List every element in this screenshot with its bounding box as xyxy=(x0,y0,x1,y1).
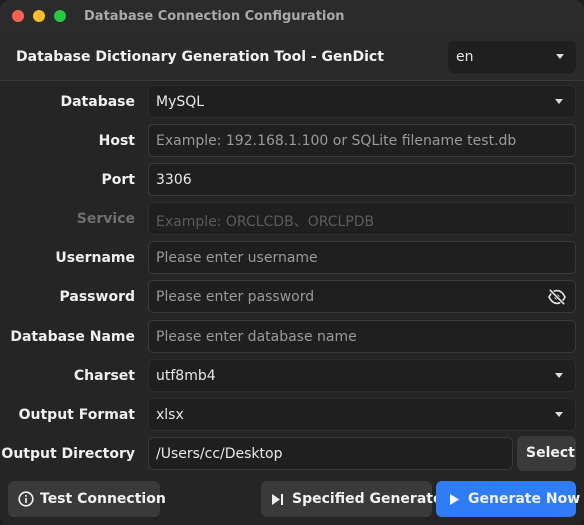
charset-select[interactable]: utf8mb4 xyxy=(148,359,576,392)
service-placeholder: Example: ORCLCDB、ORCLPDB xyxy=(156,214,375,230)
minimize-window-button[interactable] xyxy=(33,10,45,22)
host-label: Host xyxy=(98,133,135,149)
chevron-down-icon xyxy=(555,373,563,378)
service-input: Example: ORCLCDB、ORCLPDB xyxy=(148,202,576,235)
database-value: MySQL xyxy=(156,94,205,110)
app-title: Database Dictionary Generation Tool - Ge… xyxy=(16,49,384,65)
close-window-button[interactable] xyxy=(12,10,24,22)
host-placeholder: Example: 192.168.1.100 or SQLite filenam… xyxy=(156,133,517,149)
config-window: Database Connection Configuration Databa… xyxy=(0,0,584,525)
username-input[interactable]: Please enter username xyxy=(148,241,576,274)
test-connection-label: Test Connection xyxy=(40,491,166,507)
output-directory-value: /Users/cc/Desktop xyxy=(156,446,283,462)
username-label: Username xyxy=(55,250,135,266)
skip-icon xyxy=(272,494,283,505)
select-directory-button[interactable]: Select xyxy=(517,436,576,471)
info-icon xyxy=(18,491,34,507)
port-input[interactable]: 3306 xyxy=(148,163,576,196)
generate-now-button[interactable]: Generate Now xyxy=(436,481,580,517)
specified-generate-button[interactable]: Specified Generate xyxy=(261,481,442,517)
database-label: Database xyxy=(60,94,135,110)
eye-off-icon[interactable] xyxy=(547,289,567,305)
database-name-placeholder: Please enter database name xyxy=(156,329,357,345)
service-label: Service xyxy=(76,211,135,227)
charset-label: Charset xyxy=(73,368,135,384)
database-name-label: Database Name xyxy=(10,329,135,345)
output-directory-input[interactable]: /Users/cc/Desktop xyxy=(148,437,513,470)
charset-value: utf8mb4 xyxy=(156,368,216,384)
chevron-down-icon xyxy=(556,54,564,59)
port-label: Port xyxy=(101,172,135,188)
title-bar: Database Connection Configuration xyxy=(0,0,584,35)
username-placeholder: Please enter username xyxy=(156,250,318,266)
generate-now-label: Generate Now xyxy=(468,491,581,507)
language-select[interactable]: en xyxy=(448,41,576,73)
output-format-select[interactable]: xlsx xyxy=(148,398,576,431)
database-name-input[interactable]: Please enter database name xyxy=(148,320,576,353)
specified-generate-label: Specified Generate xyxy=(292,491,443,507)
window-title: Database Connection Configuration xyxy=(84,9,345,24)
password-input[interactable]: Please enter password xyxy=(148,280,576,313)
test-connection-button[interactable]: Test Connection xyxy=(8,481,166,517)
chevron-down-icon xyxy=(555,412,563,417)
play-icon xyxy=(450,494,459,505)
chevron-down-icon xyxy=(555,99,563,104)
password-placeholder: Please enter password xyxy=(156,289,315,305)
output-format-value: xlsx xyxy=(156,407,184,423)
database-select[interactable]: MySQL xyxy=(148,85,576,118)
output-format-label: Output Format xyxy=(18,407,135,423)
app-header: Database Dictionary Generation Tool - Ge… xyxy=(0,34,584,81)
output-directory-label: Output Directory xyxy=(1,446,135,462)
zoom-window-button[interactable] xyxy=(54,10,66,22)
password-label: Password xyxy=(59,289,135,305)
host-input[interactable]: Example: 192.168.1.100 or SQLite filenam… xyxy=(148,124,576,157)
port-value: 3306 xyxy=(156,172,192,188)
select-directory-label: Select xyxy=(526,445,575,461)
language-value: en xyxy=(456,49,474,65)
